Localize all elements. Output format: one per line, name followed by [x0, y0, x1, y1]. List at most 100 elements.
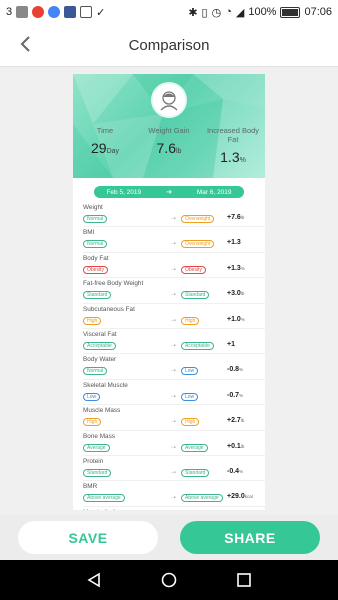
metric-row: Visceral Fat Acceptable ➝ Acceptable +1 [83, 329, 265, 355]
stat-label: Time [96, 126, 114, 135]
metrics-list: Weight Normal ➝ Overweight +7.6lb BMI Normal ➝ O… [73, 202, 265, 510]
metric-name: Skeletal Muscle [83, 381, 128, 389]
change-unit: kcal [244, 494, 253, 500]
status-badge-after: Obesity [181, 265, 206, 274]
date-range: Feb 5, 2019 ➔ Mar 6, 2019 [94, 186, 244, 198]
system-nav-bar [0, 560, 338, 600]
change-unit: % [240, 265, 245, 271]
change-unit: % [240, 316, 245, 322]
change-value: +1.3 [227, 264, 241, 272]
facebook-icon [64, 6, 77, 18]
status-badge-after: Overweight [181, 215, 215, 223]
stat-weight-gain: Weight Gain 7.6lb [137, 126, 201, 167]
share-button[interactable]: SHARE [180, 521, 320, 554]
status-badge-before: Acceptable [83, 341, 116, 350]
arrow-right-icon: ➝ [171, 266, 177, 273]
arrow-right-icon: ➝ [171, 292, 177, 299]
metric-row: BMR Above average ➝ Above average +29.0kcal [83, 481, 265, 507]
arrow-right-icon: ➝ [171, 495, 177, 502]
metric-row: Subcutaneous Fat High ➝ High +1.0% [83, 304, 265, 329]
action-bar: SAVE SHARE [0, 515, 338, 560]
metric-change: +0.1lb [227, 443, 244, 450]
stat-body-fat: Increased Body Fat 1.3% [201, 126, 265, 167]
nav-home-icon[interactable] [161, 572, 177, 588]
arrow-right-icon: ➝ [171, 216, 177, 222]
battery-percent: 100% [248, 6, 277, 18]
metric-change: +1 [227, 341, 235, 348]
metric-name: Visceral Fat [83, 330, 117, 338]
chevron-left-icon [20, 36, 30, 52]
change-value: +1.0 [227, 315, 241, 323]
chrome-icon [48, 6, 61, 18]
arrow-right-icon: ➝ [171, 444, 177, 451]
change-unit: % [239, 392, 244, 398]
status-badge-before: High [83, 316, 102, 325]
status-badge-before: Low [83, 392, 101, 401]
metric-name: Protein [83, 457, 104, 465]
stat-unit: Day [106, 148, 120, 155]
comparison-card: Time 29Day Weight Gain 7.6lb Increased B… [73, 74, 265, 510]
stat-value: 29 [90, 140, 107, 156]
change-unit: % [239, 468, 244, 474]
change-unit: % [239, 367, 244, 373]
change-value: +2.7 [227, 417, 241, 425]
metric-change: -0.4% [227, 468, 243, 475]
metric-name: Bone Mass [83, 432, 115, 440]
metric-name: Fat-free Body Weight [83, 280, 144, 288]
nav-recents-icon[interactable] [236, 572, 252, 588]
stat-unit: lb [176, 148, 182, 155]
page-title: Comparison [128, 36, 210, 54]
metric-name: Body Fat [83, 254, 109, 262]
metric-change: +1.3 [227, 239, 241, 246]
metric-change: +1.3% [227, 265, 245, 272]
vibrate-icon: ▯ [201, 6, 208, 19]
status-badge-before: Obesity [83, 265, 108, 274]
change-value: +0.1 [227, 442, 241, 450]
change-unit: lb [240, 418, 245, 424]
change-value: -0.7 [227, 391, 240, 399]
back-button[interactable] [14, 32, 38, 56]
arrow-right-icon: ➝ [171, 241, 177, 248]
change-value: -0.4 [227, 467, 240, 475]
avatar [151, 82, 187, 118]
stat-value: 1.3 [220, 149, 240, 165]
arrow-right-icon: ➝ [171, 393, 177, 400]
metric-row: Fat-free Body Weight Standard ➝ Standard +3.… [83, 278, 265, 304]
hero-banner: Time 29Day Weight Gain 7.6lb Increased B… [73, 74, 265, 178]
signal-icon: ◢ [235, 6, 245, 19]
silent-icon [80, 6, 93, 18]
metric-name: Body Water [83, 356, 117, 364]
metric-row: Body Water Normal ➝ Low -0.8% [83, 354, 265, 380]
metric-row: Metabolic AgeOlder➝Older+2 [83, 507, 265, 510]
metric-change: -0.8% [227, 366, 243, 373]
change-value: -0.8 [227, 366, 240, 374]
metric-name: Weight [83, 204, 103, 211]
status-badge-before: Normal [83, 367, 108, 376]
save-button[interactable]: SAVE [18, 521, 158, 554]
status-badge-before: Standard [83, 468, 112, 477]
status-badge-after: High [181, 316, 200, 325]
metric-row: Protein Standard ➝ Standard -0.4% [83, 456, 265, 482]
bluetooth-icon: ✱ [188, 6, 198, 19]
status-badge-before: Normal [83, 215, 108, 223]
metric-name: Metabolic Age [83, 509, 123, 510]
status-badge-before: Average [83, 443, 110, 452]
metric-change: -0.7% [227, 392, 243, 399]
status-badge-after: Above average [181, 494, 223, 503]
arrow-right-icon: ➝ [171, 317, 177, 324]
status-badge-before: Standard [83, 291, 112, 300]
metric-row: Weight Normal ➝ Overweight +7.6lb [83, 202, 265, 228]
change-unit: lb [240, 443, 245, 449]
metric-row: Bone Mass Average ➝ Average +0.1lb [83, 431, 265, 456]
status-badge-after: Acceptable [181, 341, 214, 350]
nav-back-icon[interactable] [86, 572, 102, 588]
header-divider [0, 66, 338, 67]
check-icon: ✓ [96, 6, 106, 19]
arrow-right-icon: ➝ [171, 419, 177, 426]
status-badge-before: High [83, 418, 102, 427]
metric-row: Skeletal Muscle Low ➝ Low -0.7% [83, 380, 265, 406]
metric-row: BMI Normal ➝ Overweight +1.3 [83, 227, 265, 253]
metric-name: BMI [83, 229, 95, 237]
status-badge-after: Low [181, 392, 199, 401]
start-date: Feb 5, 2019 [106, 188, 142, 196]
